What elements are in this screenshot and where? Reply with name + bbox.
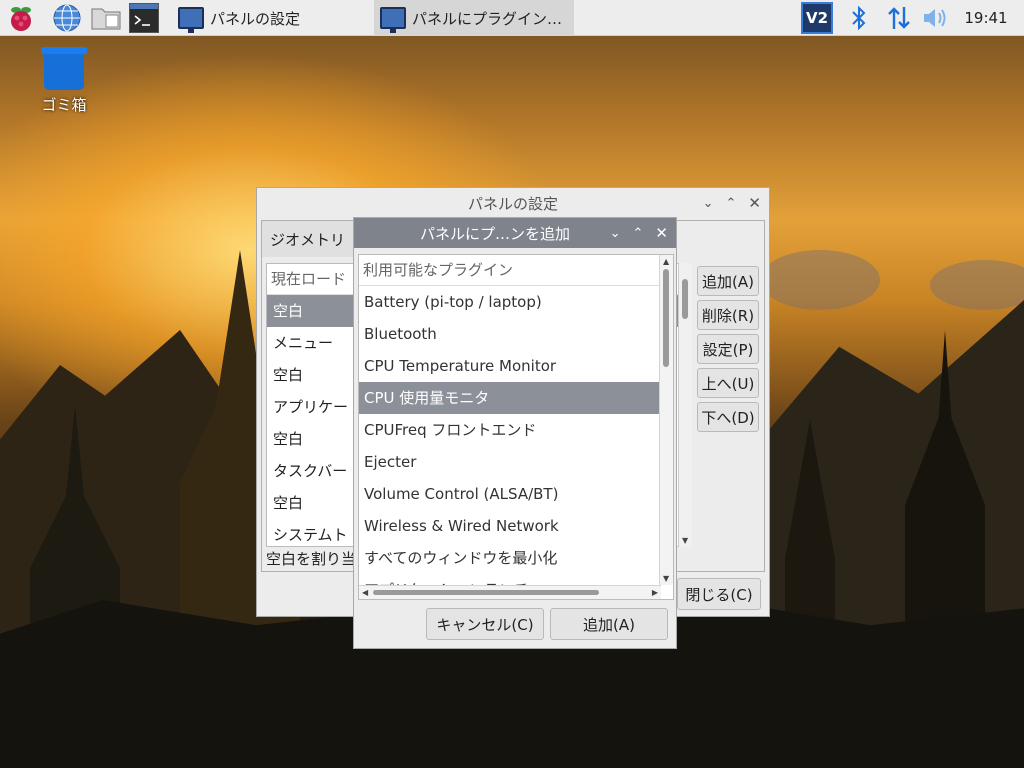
monitor-icon <box>178 7 204 33</box>
list-item[interactable]: すべてのウィンドウを最小化 <box>359 542 673 574</box>
task-panel-settings[interactable]: パネルの設定 <box>172 0 372 36</box>
remove-button[interactable]: 削除(R) <box>697 300 759 330</box>
raspberry-menu-icon[interactable] <box>6 3 36 33</box>
list-item[interactable]: Volume Control (ALSA/BT) <box>359 478 673 510</box>
trash-label: ゴミ箱 <box>41 96 87 114</box>
preferences-button[interactable]: 設定(P) <box>697 334 759 364</box>
move-down-button[interactable]: 下へ(D) <box>697 402 759 432</box>
minimize-icon[interactable]: ⌄ <box>703 196 714 211</box>
tab-geometry[interactable]: ジオメトリ <box>262 221 358 257</box>
cancel-button[interactable]: キャンセル(C) <box>426 608 544 640</box>
trash-icon <box>41 47 87 90</box>
clock[interactable]: 19:41 <box>960 0 1012 36</box>
task-add-plugin[interactable]: パネルにプラグイン… <box>374 0 574 36</box>
maximize-icon[interactable]: ⌃ <box>633 226 644 241</box>
list-item[interactable]: Bluetooth <box>359 318 673 350</box>
volume-icon[interactable] <box>921 0 951 36</box>
close-icon[interactable]: ✕ <box>748 194 761 212</box>
list-item-selected[interactable]: CPU 使用量モニタ <box>359 382 673 414</box>
close-icon[interactable]: ✕ <box>655 224 668 242</box>
list-item[interactable]: CPUFreq フロントエンド <box>359 414 673 446</box>
add-plugin-titlebar[interactable]: パネルにプ…ンを追加 ⌄ ⌃ ✕ <box>354 218 676 248</box>
network-icon[interactable] <box>884 0 914 36</box>
task-label: パネルの設定 <box>210 9 301 28</box>
window-title: パネルの設定 <box>467 194 558 213</box>
add-button[interactable]: 追加(A) <box>550 608 668 640</box>
vnc-icon[interactable]: V2 <box>799 0 835 36</box>
add-button[interactable]: 追加(A) <box>697 266 759 296</box>
taskbar: パネルの設定 パネルにプラグイン… V2 19:41 <box>0 0 1024 36</box>
window-title: パネルにプ…ンを追加 <box>419 224 570 243</box>
close-button[interactable]: 閉じる(C) <box>677 578 761 610</box>
minimize-icon[interactable]: ⌄ <box>610 226 621 241</box>
list-item[interactable]: Ejecter <box>359 446 673 478</box>
trash-desktop-icon[interactable]: ゴミ箱 <box>34 47 94 115</box>
scroll-thumb[interactable] <box>663 269 669 367</box>
list-item[interactable]: CPU Temperature Monitor <box>359 350 673 382</box>
horizontal-scrollbar[interactable]: ◀ ▶ <box>359 585 661 599</box>
scrollbar[interactable]: ▼ <box>678 263 692 547</box>
settings-titlebar[interactable]: パネルの設定 ⌄ ⌃ ✕ <box>257 188 769 218</box>
maximize-icon[interactable]: ⌃ <box>726 196 737 211</box>
move-up-button[interactable]: 上へ(U) <box>697 368 759 398</box>
file-manager-icon[interactable] <box>90 3 121 33</box>
vertical-scrollbar[interactable]: ▲ ▼ <box>659 255 673 585</box>
web-browser-icon[interactable] <box>52 3 82 33</box>
add-plugin-window: パネルにプ…ンを追加 ⌄ ⌃ ✕ 利用可能なプラグイン Battery (pi-… <box>353 217 677 649</box>
list-item[interactable]: Battery (pi-top / laptop) <box>359 286 673 318</box>
list-header: 利用可能なプラグイン <box>359 255 673 286</box>
task-label: パネルにプラグイン… <box>412 9 563 28</box>
available-plugins-list[interactable]: 利用可能なプラグイン Battery (pi-top / laptop) Blu… <box>358 254 674 600</box>
list-item[interactable]: Wireless & Wired Network <box>359 510 673 542</box>
scroll-thumb[interactable] <box>373 590 599 595</box>
terminal-icon[interactable] <box>129 3 159 33</box>
monitor-icon <box>380 7 406 33</box>
bluetooth-icon[interactable] <box>846 0 872 36</box>
